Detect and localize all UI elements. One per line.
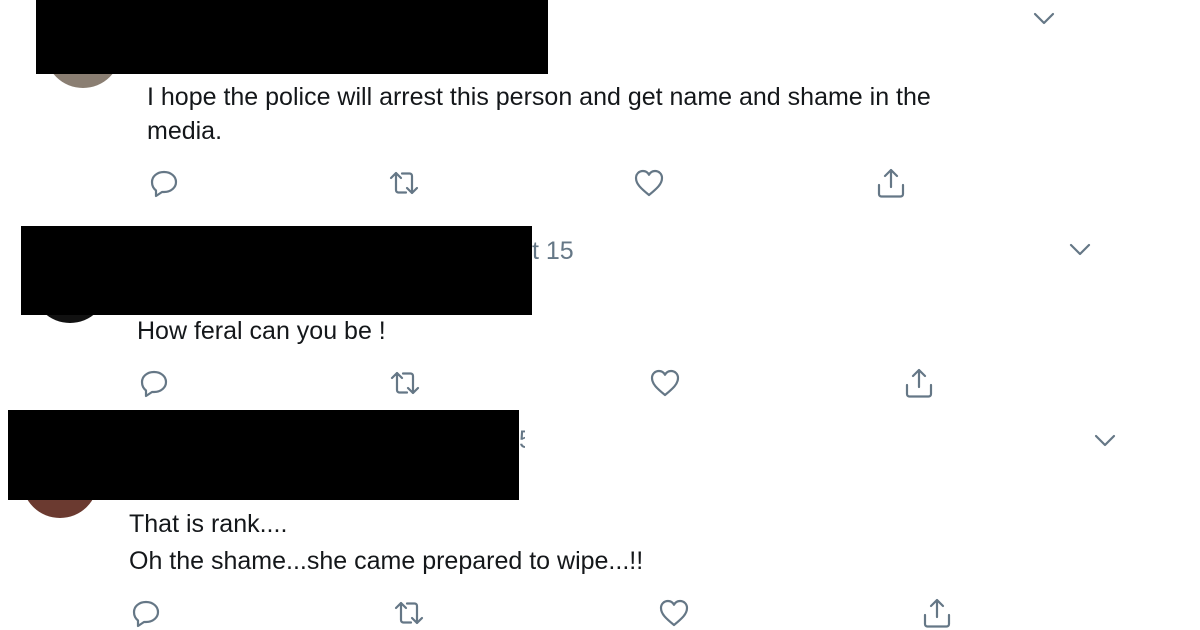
retweet-button[interactable] bbox=[387, 166, 421, 200]
reply-icon bbox=[137, 366, 171, 400]
tweet-2: t 15 How feral can you be ! bbox=[0, 215, 1200, 410]
redaction-bar bbox=[21, 226, 532, 315]
share-button[interactable] bbox=[874, 166, 908, 200]
tweet-text: How feral can you be ! bbox=[137, 314, 1017, 348]
like-icon bbox=[648, 366, 682, 400]
like-icon bbox=[632, 166, 666, 200]
chevron-down-icon[interactable] bbox=[1031, 9, 1057, 29]
share-button[interactable] bbox=[920, 596, 954, 630]
tweet-date[interactable]: t 15 bbox=[532, 237, 574, 266]
tweet-text-line: I hope the police will arrest this perso… bbox=[147, 83, 931, 111]
reply-button[interactable] bbox=[147, 166, 181, 200]
reply-button[interactable] bbox=[137, 366, 171, 400]
retweet-icon bbox=[392, 596, 426, 630]
tweet-text-line: How feral can you be ! bbox=[137, 317, 386, 345]
share-icon bbox=[902, 366, 936, 400]
chevron-down-icon[interactable] bbox=[1092, 431, 1118, 451]
tweet-1: I hope the police will arrest this perso… bbox=[0, 0, 1200, 215]
redaction-bar bbox=[36, 0, 548, 74]
like-button[interactable] bbox=[657, 596, 691, 630]
tweet-text: That is rank.... Oh the shame...she came… bbox=[129, 506, 1029, 580]
share-icon bbox=[920, 596, 954, 630]
tweet-date[interactable]: 5 bbox=[519, 426, 525, 455]
share-icon bbox=[874, 166, 908, 200]
tweet-text-line: Oh the shame...she came prepared to wipe… bbox=[129, 547, 644, 575]
retweet-icon bbox=[388, 366, 422, 400]
tweet-text: I hope the police will arrest this perso… bbox=[147, 80, 1027, 148]
reply-icon bbox=[129, 596, 163, 630]
tweet-text-line: media. bbox=[147, 117, 223, 145]
retweet-icon bbox=[387, 166, 421, 200]
chevron-down-icon[interactable] bbox=[1067, 240, 1093, 260]
retweet-button[interactable] bbox=[388, 366, 422, 400]
redaction-bar bbox=[8, 410, 519, 500]
reply-button[interactable] bbox=[129, 596, 163, 630]
share-button[interactable] bbox=[902, 366, 936, 400]
reply-icon bbox=[147, 166, 181, 200]
like-button[interactable] bbox=[632, 166, 666, 200]
like-button[interactable] bbox=[648, 366, 682, 400]
tweet-3: 5 That is rank.... Oh the shame...she ca… bbox=[0, 410, 1200, 630]
retweet-button[interactable] bbox=[392, 596, 426, 630]
tweet-text-line: That is rank.... bbox=[129, 510, 288, 538]
like-icon bbox=[657, 596, 691, 630]
